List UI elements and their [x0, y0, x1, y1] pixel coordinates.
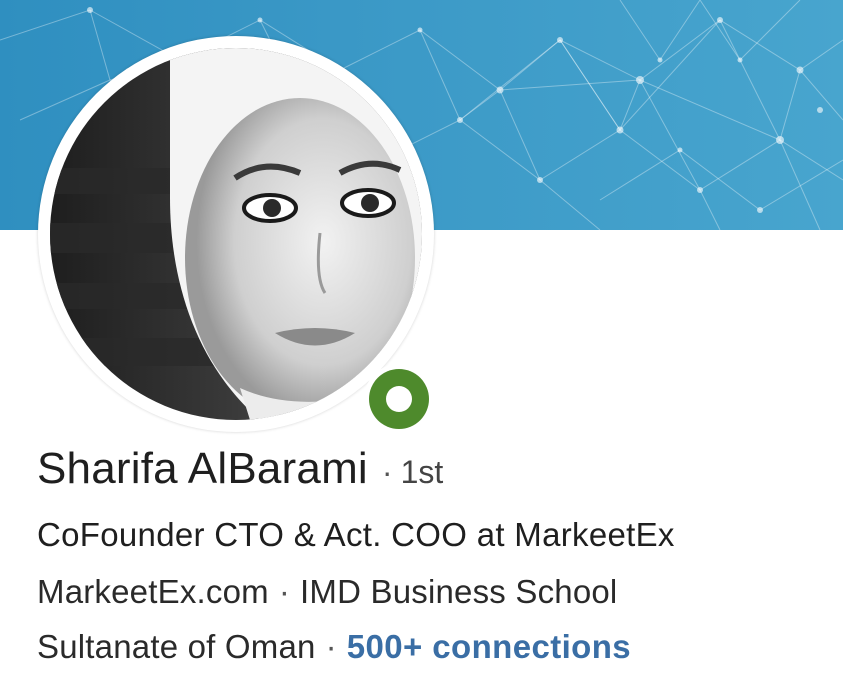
profile-name: Sharifa AlBarami — [37, 444, 368, 493]
connections-link[interactable]: 500+ connections — [347, 628, 631, 665]
company-separator: · — [278, 573, 291, 610]
name-separator: · — [381, 454, 393, 490]
online-status-icon — [364, 364, 434, 434]
online-status-ring — [369, 369, 429, 429]
connection-degree: 1st — [400, 454, 444, 490]
location-row: Sultanate of Oman · 500+ connections — [37, 628, 631, 666]
profile-photo — [50, 48, 422, 420]
avatar[interactable] — [50, 48, 422, 420]
school-name[interactable]: IMD Business School — [300, 573, 617, 610]
avatar-frame[interactable] — [38, 36, 434, 434]
location-separator: · — [325, 628, 337, 665]
profile-card: Sharifa AlBarami · 1st CoFounder CTO & A… — [0, 0, 843, 685]
name-row: Sharifa AlBarami · 1st — [37, 444, 443, 500]
location: Sultanate of Oman — [37, 628, 316, 665]
company-school-row: MarkeetEx.com · IMD Business School — [37, 573, 617, 611]
profile-headline: CoFounder CTO & Act. COO at MarkeetEx — [37, 516, 675, 553]
company-name[interactable]: MarkeetEx.com — [37, 573, 269, 610]
online-status-center — [386, 386, 412, 412]
